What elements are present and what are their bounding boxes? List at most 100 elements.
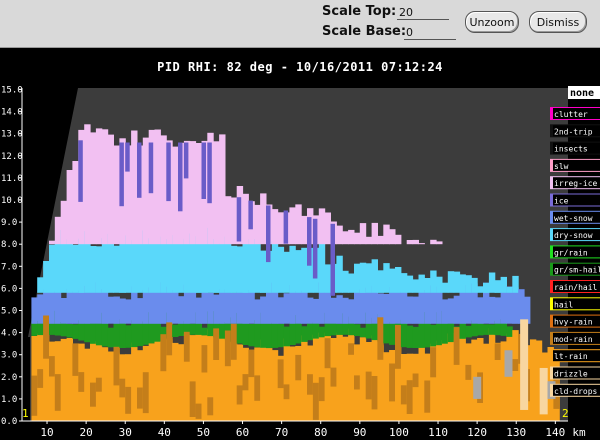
pid-cell [242,237,249,293]
pid-cell [178,142,183,212]
y-tick-label: 7.0 [1,262,17,272]
pid-cell [301,290,308,324]
pid-cell [60,338,68,421]
pid-cell [84,323,91,343]
pid-cell [160,135,167,245]
y-tick-label: 5.0 [1,307,17,317]
pid-cell [289,207,296,245]
x-unit-label: km [572,426,586,439]
pid-cell [60,322,68,337]
unzoom-button[interactable]: Unzoom [465,11,519,33]
pid-cell [301,247,308,293]
pid-cell [436,340,443,421]
pid-cell [324,338,331,369]
pid-cell [318,208,326,245]
pid-cell [359,289,367,324]
x-tick-label: 140 [545,426,565,439]
pid-cell [383,263,390,293]
pid-cell [447,323,455,343]
corner-label-right: 2 [562,407,569,420]
pid-cell [172,324,179,337]
scale-top-input[interactable] [397,5,449,20]
pid-cell [224,236,232,293]
legend-item-label: wet-snow [554,214,593,223]
pid-cell [37,294,44,324]
pid-cell [248,239,255,293]
pid-cell [412,296,419,324]
pid-cell [277,246,285,293]
pid-cell [207,142,212,204]
pid-cell [131,320,138,348]
pid-cell [512,330,519,421]
pid-cell [312,298,320,324]
pid-cell [78,238,85,293]
pid-cell [271,322,279,348]
pid-cell [166,239,173,293]
pid-cell [412,353,419,421]
pid-cell [119,241,126,293]
pid-cell [172,290,179,324]
pid-cell [260,339,267,421]
pid-cell [54,242,62,293]
pid-cell [512,359,519,371]
pid-cell [406,325,414,348]
pid-cell [148,287,156,324]
x-tick-label: 30 [119,426,132,439]
pid-cell [494,343,502,360]
pid-cell [459,333,466,421]
pid-cell [371,259,378,293]
pid-cell [90,339,97,421]
pid-cell [66,170,73,245]
pid-cell [430,239,437,245]
pid-cell [113,145,120,245]
pid-cell [318,326,326,338]
legend-title: none [570,88,594,99]
y-tick-label: 6.0 [1,284,17,294]
pid-cell [230,292,238,324]
pid-cell [49,244,56,293]
pid-cell [242,374,249,391]
pid-cell [336,295,343,324]
pid-cell [72,291,79,324]
pid-cell [418,346,425,421]
legend-item-label: gr/sm-hail [554,266,600,275]
pid-cell [342,297,349,324]
x-tick-label: 120 [467,426,487,439]
x-tick-label: 100 [389,426,409,439]
pid-cell [283,251,290,293]
pid-cell [31,297,38,324]
pid-cell [506,326,513,337]
pid-cell [406,240,414,245]
pid-cell [119,142,124,207]
legend-item-label: cld-drops [554,387,598,396]
pid-cell [441,340,449,421]
pid-cell [54,291,62,324]
pid-cell [49,356,56,377]
pid-cell [166,142,171,202]
pid-cell [54,216,62,245]
pid-cell [260,193,267,245]
pid-cell [307,297,314,324]
rhi-plot[interactable]: 0.01.02.03.04.05.06.07.08.09.010.011.012… [0,48,600,440]
pid-cell [389,322,396,345]
pid-cell [430,270,437,293]
x-tick-label: 80 [314,426,327,439]
pid-cell [539,367,548,415]
pid-cell [236,197,242,242]
legend-item-label: mod-rain [554,335,593,344]
pid-cell [101,347,109,421]
legend-item-label: gr/rain [554,248,588,257]
pid-cell [488,324,496,335]
scale-base-input[interactable] [404,25,456,40]
pid-cell [336,255,343,293]
y-tick-label: 15.0 [1,86,23,96]
pid-cell [488,328,496,421]
dismiss-button[interactable]: Dismiss [529,11,587,33]
pid-cell [207,397,214,416]
pid-cell [377,270,384,293]
pid-cell [318,377,326,402]
pid-cell [148,343,156,421]
pid-cell [277,297,285,324]
pid-cell [295,250,302,293]
pid-cell [436,276,443,293]
